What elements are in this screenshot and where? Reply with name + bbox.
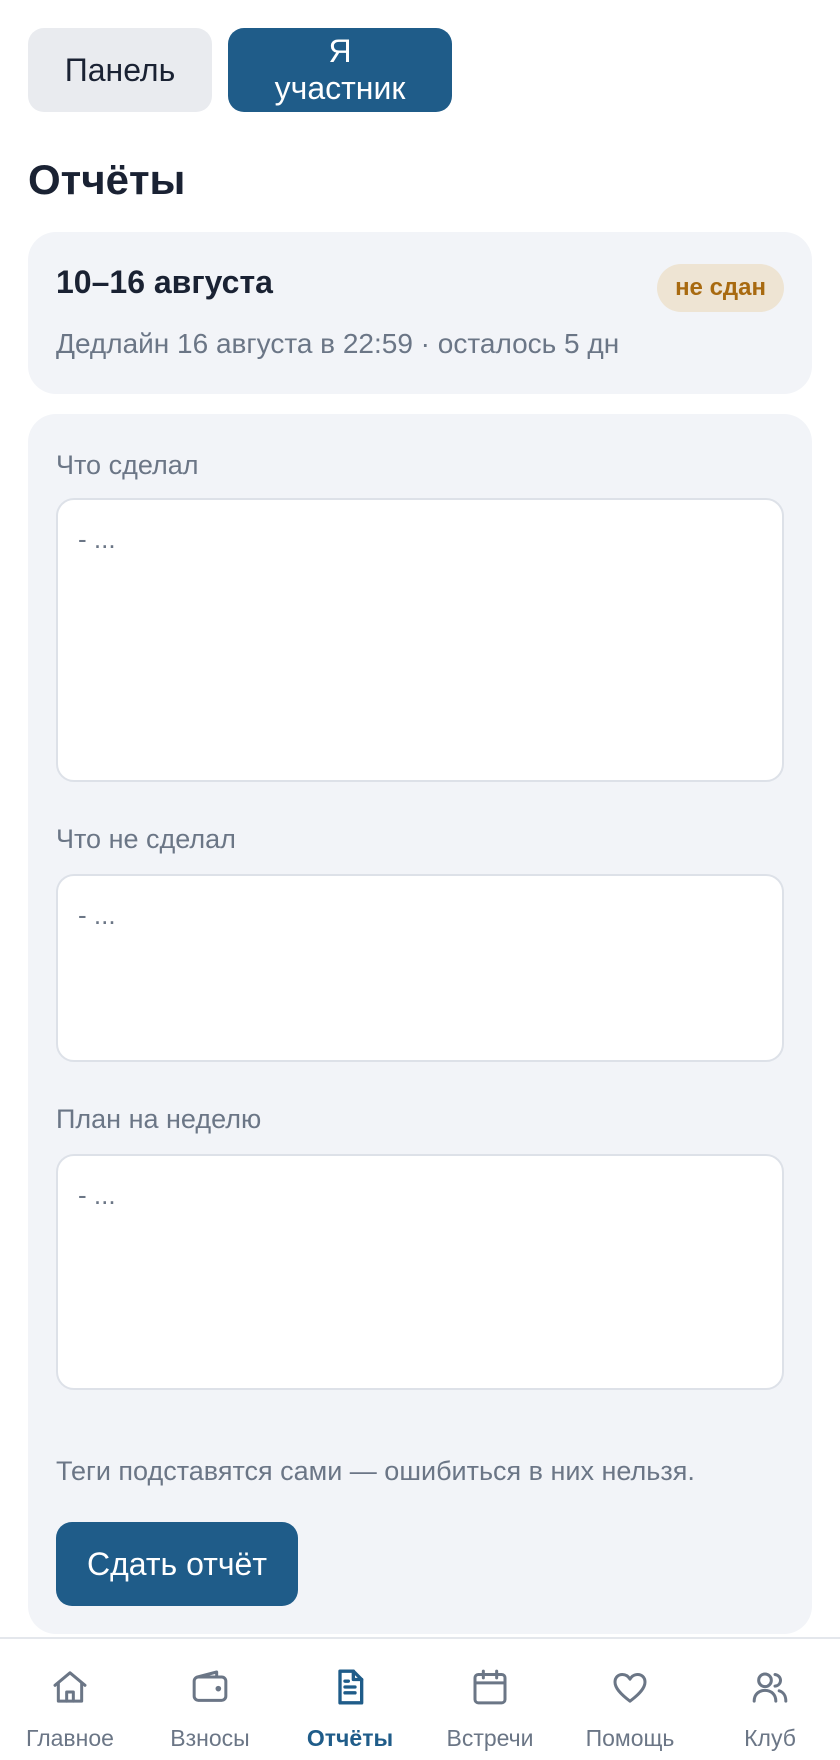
member-button[interactable]: Я участник bbox=[228, 28, 452, 112]
page-title: Отчёты bbox=[28, 156, 186, 203]
home-icon bbox=[50, 1667, 90, 1707]
nav-label-help: Помощь bbox=[585, 1725, 675, 1751]
users-icon bbox=[750, 1667, 790, 1707]
nav-item-club[interactable]: Клуб bbox=[700, 1639, 840, 1760]
week-title: 10–16 августа bbox=[56, 264, 273, 300]
wallet-icon bbox=[190, 1667, 230, 1707]
role-switch: Панель Я участник bbox=[28, 28, 452, 112]
nav-label-fees: Взносы bbox=[170, 1725, 250, 1751]
document-icon bbox=[330, 1667, 370, 1707]
status-badge: не сдан bbox=[657, 264, 784, 312]
nav-item-reports[interactable]: Отчёты bbox=[280, 1639, 420, 1760]
not-done-label: Что не сделал bbox=[56, 824, 236, 854]
not-done-field[interactable] bbox=[56, 874, 784, 1062]
week-card: 10–16 августа не сдан Дедлайн 16 августа… bbox=[28, 232, 812, 394]
calendar-icon bbox=[470, 1667, 510, 1707]
done-label: Что сделал bbox=[56, 450, 199, 480]
panel-button[interactable]: Панель bbox=[28, 28, 212, 112]
nav-label-club: Клуб bbox=[744, 1725, 796, 1751]
submit-report-button[interactable]: Сдать отчёт bbox=[56, 1522, 298, 1606]
done-field[interactable] bbox=[56, 498, 784, 782]
reports-page: Панель Я участник Отчёты 10–16 августа н… bbox=[0, 0, 840, 1760]
nav-item-help[interactable]: Помощь bbox=[560, 1639, 700, 1760]
plan-label: План на неделю bbox=[56, 1104, 262, 1134]
bottom-nav: Главное Взносы Отчёты Встречи Помощь Клу… bbox=[0, 1637, 840, 1760]
nav-item-meetings[interactable]: Встречи bbox=[420, 1639, 560, 1760]
nav-label-home: Главное bbox=[26, 1725, 114, 1751]
nav-item-fees[interactable]: Взносы bbox=[140, 1639, 280, 1760]
deadline-text: Дедлайн 16 августа в 22:59 · осталось 5 … bbox=[56, 328, 620, 359]
nav-label-meetings: Встречи bbox=[446, 1725, 534, 1751]
tags-hint: Теги подставятся сами — ошибиться в них … bbox=[56, 1456, 695, 1486]
report-form: Что сделал Что не сделал План на неделю … bbox=[28, 414, 812, 1634]
nav-item-home[interactable]: Главное bbox=[0, 1639, 140, 1760]
plan-field[interactable] bbox=[56, 1154, 784, 1390]
heart-icon bbox=[610, 1667, 650, 1707]
nav-label-reports: Отчёты bbox=[306, 1725, 394, 1751]
